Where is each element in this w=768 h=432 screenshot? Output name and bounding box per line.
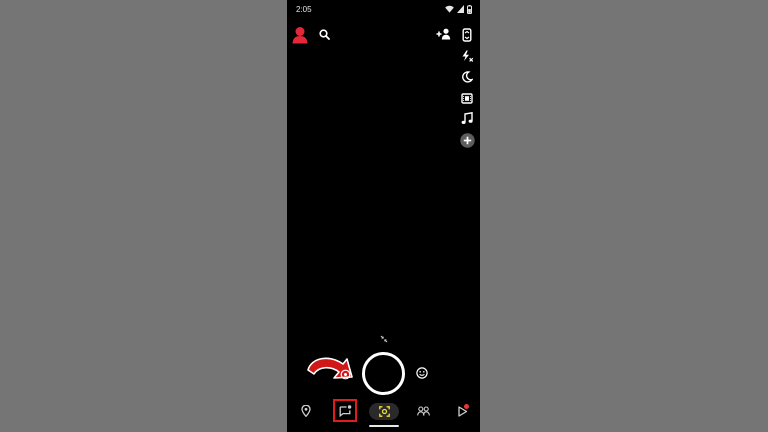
flash-off-icon: [462, 50, 473, 62]
flip-camera-button[interactable]: [458, 27, 476, 43]
search-icon: [318, 28, 330, 40]
friends-icon: [416, 406, 430, 416]
nav-map[interactable]: [298, 402, 314, 420]
collapse-arrows-icon: [380, 335, 388, 343]
music-button[interactable]: [458, 110, 476, 127]
add-friend-button[interactable]: [433, 26, 453, 42]
lens-carousel-icon: [340, 369, 350, 379]
night-mode-icon: [462, 71, 473, 83]
night-mode-button[interactable]: [458, 69, 476, 85]
more-tools-button[interactable]: [458, 132, 476, 149]
flip-camera-icon: [462, 28, 472, 42]
avatar[interactable]: [290, 25, 310, 45]
battery-icon: [467, 4, 472, 14]
nav-chat[interactable]: [333, 399, 357, 422]
status-time: 2:05: [296, 5, 312, 14]
capture-button[interactable]: [362, 352, 405, 395]
wifi-icon: [445, 5, 454, 13]
camera-scan-icon: [378, 406, 390, 417]
search-button[interactable]: [316, 26, 332, 42]
music-note-icon: [461, 112, 473, 124]
video-button[interactable]: [458, 90, 476, 106]
phone-screen: 2:05: [287, 0, 480, 432]
notification-dot: [464, 404, 469, 409]
lenses-button[interactable]: [415, 366, 429, 380]
nav-camera[interactable]: [369, 403, 399, 420]
add-friend-icon: [436, 28, 450, 40]
active-tab-indicator: [369, 425, 399, 427]
gallery-lens-button[interactable]: [338, 367, 352, 381]
smiley-face-icon: [416, 367, 428, 379]
chat-icon: [339, 404, 351, 417]
plus-circle-icon: [459, 133, 475, 148]
avatar-icon: [292, 27, 308, 44]
map-pin-icon: [301, 405, 311, 417]
signal-icon: [457, 5, 464, 13]
flash-button[interactable]: [458, 48, 476, 64]
video-filmstrip-icon: [461, 92, 473, 104]
status-icons: [445, 4, 472, 14]
nav-friends[interactable]: [415, 403, 431, 419]
focus-indicator: [380, 335, 388, 343]
